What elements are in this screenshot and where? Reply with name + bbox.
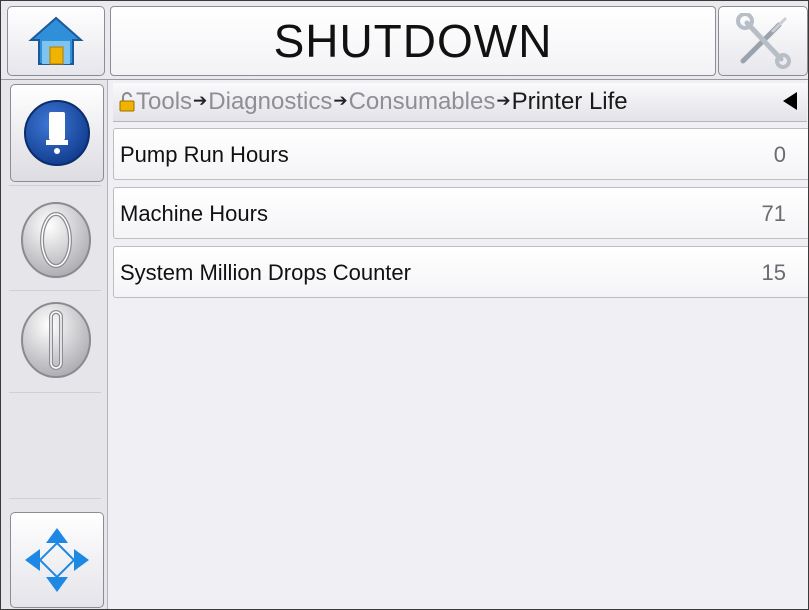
parameter-value: 15 [761,260,786,285]
list-item-machine-hours[interactable]: Machine Hours 71 [113,187,808,239]
breadcrumb-item-tools[interactable]: Tools [136,88,192,116]
ink-system-button[interactable] [10,84,104,182]
breadcrumb-current: Printer Life [511,88,628,115]
tools-button[interactable] [718,6,808,76]
home-icon [28,16,84,65]
breadcrumb-separator: ➔ [496,91,511,110]
tools-icon [736,13,791,69]
jet-stop-icon [21,302,91,378]
breadcrumb-item-consumables[interactable]: Consumables [349,88,496,116]
navigation-button[interactable] [10,512,104,608]
page-title: SHUTDOWN [110,6,716,76]
navigation-arrows-icon [25,528,89,592]
breadcrumb-item-diagnostics[interactable]: Diagnostics [208,88,332,116]
parameter-list: Pump Run Hours 0 Machine Hours 71 System… [113,128,808,305]
parameter-value: 71 [761,201,786,226]
breadcrumb-separator: ➔ [193,91,208,110]
jet-stop-button[interactable] [10,292,102,388]
back-arrow-icon[interactable] [783,92,797,110]
breadcrumb-separator: ➔ [333,91,348,110]
ink-cartridge-icon [24,100,90,166]
jet-start-button[interactable] [10,192,102,288]
app-window: SHUTDOWN Tools ➔ Diagnostics ➔ Consumabl… [0,0,809,610]
parameter-label: Machine Hours [120,201,268,226]
parameter-value: 0 [773,142,786,167]
jet-start-icon [21,202,91,278]
parameter-label: System Million Drops Counter [120,260,411,285]
left-rail [1,80,108,609]
breadcrumb: Tools ➔ Diagnostics ➔ Consumables ➔ Prin… [113,83,807,122]
list-item-system-million-drops-counter[interactable]: System Million Drops Counter 15 [113,246,808,298]
top-bar: SHUTDOWN [1,1,808,80]
parameter-label: Pump Run Hours [120,142,289,167]
lock-icon [119,92,135,112]
home-button[interactable] [7,6,105,76]
list-item-pump-run-hours[interactable]: Pump Run Hours 0 [113,128,808,180]
